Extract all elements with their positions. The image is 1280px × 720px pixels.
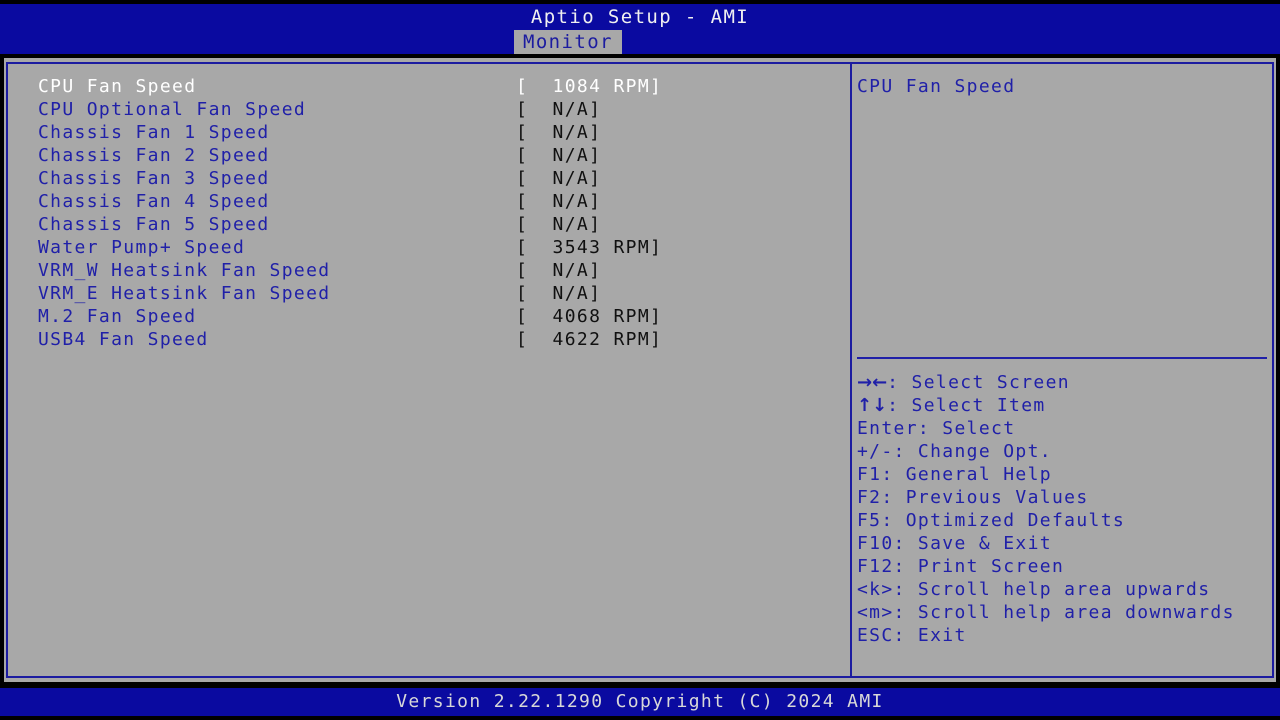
help-pane: CPU Fan Speed: [857, 75, 1267, 98]
setting-label: Chassis Fan 1 Speed: [38, 122, 270, 143]
legend-label: Enter: Select: [857, 418, 1016, 439]
setting-label: CPU Optional Fan Speed: [38, 99, 307, 120]
key-legend: →←: Select Screen ↑↓: Select Item Enter: S…: [857, 371, 1271, 647]
tab-strip: Monitor: [0, 30, 1280, 54]
setting-row[interactable]: Chassis Fan 3 Speed [ N/A]: [38, 167, 838, 190]
setting-row[interactable]: CPU Optional Fan Speed [ N/A]: [38, 98, 838, 121]
legend-label: F12: Print Screen: [857, 556, 1065, 577]
legend-row: F2: Previous Values: [857, 486, 1271, 509]
legend-label: : Select Item: [887, 395, 1046, 416]
legend-row: <m>: Scroll help area downwards: [857, 601, 1271, 624]
setting-value: [ 4622 RPM]: [516, 329, 663, 350]
legend-label: : Select Screen: [887, 372, 1070, 393]
legend-label: F1: General Help: [857, 464, 1052, 485]
setting-label: Water Pump+ Speed: [38, 237, 246, 258]
setting-row[interactable]: Chassis Fan 2 Speed [ N/A]: [38, 144, 838, 167]
legend-label: <k>: Scroll help area upwards: [857, 579, 1211, 600]
setting-row[interactable]: VRM_E Heatsink Fan Speed [ N/A]: [38, 282, 838, 305]
legend-label: F10: Save & Exit: [857, 533, 1052, 554]
setting-label: Chassis Fan 4 Speed: [38, 191, 270, 212]
legend-label: F5: Optimized Defaults: [857, 510, 1126, 531]
arrow-keys-icon: ↑↓: [857, 395, 888, 416]
legend-row: ↑↓: Select Item: [857, 394, 1271, 417]
setting-label: Chassis Fan 5 Speed: [38, 214, 270, 235]
help-separator: [857, 357, 1267, 359]
legend-row: <k>: Scroll help area upwards: [857, 578, 1271, 601]
tab-monitor[interactable]: Monitor: [514, 30, 622, 54]
setting-value: [ N/A]: [516, 145, 602, 166]
settings-list: CPU Fan Speed[ 1084 RPM] CPU Optional Fan…: [38, 75, 838, 351]
arrow-keys-icon: →←: [857, 372, 888, 393]
setting-row[interactable]: CPU Fan Speed [ 1084 RPM]: [38, 75, 838, 98]
legend-label: <m>: Scroll help area downwards: [857, 602, 1235, 623]
legend-row: →←: Select Screen: [857, 371, 1271, 394]
setting-label: USB4 Fan Speed: [38, 329, 209, 350]
setting-value: [ N/A]: [516, 214, 602, 235]
setting-value: [ N/A]: [516, 168, 602, 189]
setting-label: VRM_W Heatsink Fan Speed: [38, 260, 331, 281]
setting-label: M.2 Fan Speed: [38, 306, 197, 327]
setting-value: [ 4068 RPM]: [516, 306, 663, 327]
setting-label: Chassis Fan 3 Speed: [38, 168, 270, 189]
panel-divider: [850, 62, 852, 678]
legend-row: F1: General Help: [857, 463, 1271, 486]
version-text: Version 2.22.1290 Copyright (C) 2024 AMI: [396, 691, 884, 712]
setting-row[interactable]: Water Pump+ Speed [ 3543 RPM]: [38, 236, 838, 259]
legend-row: F12: Print Screen: [857, 555, 1271, 578]
legend-row: F5: Optimized Defaults: [857, 509, 1271, 532]
legend-label: +/-: Change Opt.: [857, 441, 1052, 462]
setting-row[interactable]: Chassis Fan 5 Speed [ N/A]: [38, 213, 838, 236]
legend-label: ESC: Exit: [857, 625, 967, 646]
legend-row: Enter: Select: [857, 417, 1271, 440]
setting-value: [ N/A]: [516, 283, 602, 304]
setting-row[interactable]: Chassis Fan 1 Speed [ N/A]: [38, 121, 838, 144]
help-description: CPU Fan Speed: [857, 76, 1016, 97]
app-title: Aptio Setup - AMI: [530, 6, 750, 28]
legend-row: ESC: Exit: [857, 624, 1271, 647]
setting-value: [ 3543 RPM]: [516, 237, 663, 258]
bios-setup-screen: Aptio Setup - AMI Monitor CPU Fan Speed […: [0, 0, 1280, 720]
legend-row: F10: Save & Exit: [857, 532, 1271, 555]
setting-label: VRM_E Heatsink Fan Speed: [38, 283, 331, 304]
setting-value: [ N/A]: [516, 122, 602, 143]
setting-row[interactable]: VRM_W Heatsink Fan Speed [ N/A]: [38, 259, 838, 282]
setting-value: [ N/A]: [516, 99, 602, 120]
setting-value: [ N/A]: [516, 191, 602, 212]
legend-label: F2: Previous Values: [857, 487, 1089, 508]
legend-row: +/-: Change Opt.: [857, 440, 1271, 463]
setting-label: CPU Fan Speed: [38, 76, 197, 97]
setting-value: [ 1084 RPM]: [516, 76, 663, 97]
setting-row[interactable]: USB4 Fan Speed [ 4622 RPM]: [38, 328, 838, 351]
setting-label: Chassis Fan 2 Speed: [38, 145, 270, 166]
setting-row[interactable]: M.2 Fan Speed [ 4068 RPM]: [38, 305, 838, 328]
setting-row[interactable]: Chassis Fan 4 Speed [ N/A]: [38, 190, 838, 213]
setting-value: [ N/A]: [516, 260, 602, 281]
